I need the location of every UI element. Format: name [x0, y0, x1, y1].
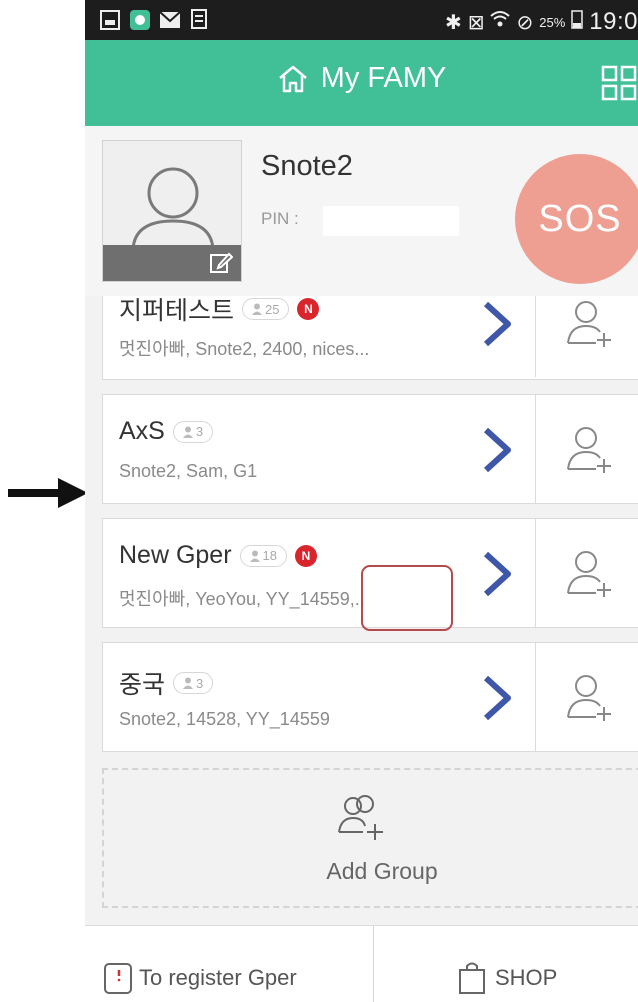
group-members: 멋진아빠, YeoYou, YY_14559,..: [119, 589, 365, 609]
app-notification-icon: [129, 9, 151, 31]
member-count-badge: 25: [242, 298, 290, 320]
add-person-icon: [567, 427, 611, 473]
app-header: My FAMY: [85, 40, 638, 126]
clock-time: 19:0: [589, 8, 638, 35]
add-member-button[interactable]: [535, 519, 638, 627]
member-count-badge: 18: [239, 544, 288, 567]
group-name: 지퍼테스트: [119, 297, 235, 325]
group-members: Snote2, Sam, G1: [119, 461, 258, 481]
chevron-right-icon[interactable]: [479, 425, 515, 475]
person-icon: [182, 426, 193, 438]
group-members: 멋진아빠, Snote2, 2400, nices...: [119, 339, 370, 359]
pin-value-field: [323, 206, 459, 236]
blocked-icon: ⊘: [516, 11, 534, 34]
group-name: 중국: [119, 671, 166, 699]
add-person-icon: [567, 301, 611, 347]
sos-label: SOS: [538, 197, 622, 240]
mail-icon: [159, 9, 181, 31]
bluetooth-icon: ✱: [444, 11, 462, 34]
group-members: Snote2, 14528, YY_14559: [119, 709, 330, 729]
person-icon: [252, 303, 263, 315]
add-group-icon: [338, 795, 383, 840]
add-group-label: Add Group: [326, 858, 438, 884]
default-avatar-icon: [131, 167, 215, 250]
grid-menu-icon[interactable]: [600, 64, 638, 102]
group-name: New Gper: [119, 541, 232, 569]
bottom-divider: [373, 926, 374, 1002]
group-main[interactable]: AxS 3 Snote2, Sam, G1: [103, 395, 535, 503]
member-count: 25: [265, 301, 280, 317]
member-count-badge: 3: [172, 420, 214, 443]
wifi-icon: [490, 10, 511, 34]
add-group-button[interactable]: Add Group: [102, 768, 638, 908]
document-notification-icon: [189, 9, 211, 31]
pointer-arrow-icon: [8, 478, 88, 508]
register-card-icon: [104, 963, 132, 994]
avatar-edit-bar[interactable]: [103, 245, 241, 281]
status-bar: ✱ ⊠ ⊘ 25% 19:0: [85, 0, 638, 40]
add-person-icon: [567, 675, 611, 721]
bottom-nav: To register Gper SHOP: [85, 925, 638, 1002]
add-member-button[interactable]: [535, 395, 638, 503]
shop-label: SHOP: [495, 965, 558, 990]
register-gper-label: To register Gper: [139, 965, 297, 990]
avatar[interactable]: [102, 140, 242, 282]
group-name: AxS: [119, 417, 165, 445]
new-badge: N: [295, 544, 318, 567]
add-member-button[interactable]: [535, 643, 638, 751]
gallery-notification-icon: [99, 9, 121, 31]
left-margin: [0, 0, 88, 1002]
member-count-badge: 3: [173, 672, 214, 694]
battery-icon: [571, 9, 584, 35]
register-gper-button[interactable]: To register Gper: [103, 961, 297, 995]
edit-icon[interactable]: [209, 251, 233, 275]
add-person-icon: [567, 551, 611, 597]
pin-label: PIN :: [261, 209, 299, 228]
group-card[interactable]: AxS 3 Snote2, Sam, G1: [102, 394, 638, 504]
person-icon: [249, 550, 260, 562]
chevron-right-icon[interactable]: [479, 549, 515, 599]
group-main[interactable]: 중국 3 Snote2, 14528, YY_14559: [103, 643, 535, 751]
app-screen: ✱ ⊠ ⊘ 25% 19:0 My FAMY 지퍼테스트 25 N 멋진아빠, …: [85, 0, 638, 1002]
home-icon[interactable]: [277, 64, 309, 94]
member-count: 3: [196, 675, 204, 691]
highlight-annotation: [361, 565, 453, 631]
person-icon: [183, 677, 194, 689]
shopping-bag-icon: [459, 962, 485, 994]
shop-button[interactable]: SHOP: [457, 961, 557, 995]
profile-panel: Snote2 PIN : SOS: [85, 126, 638, 296]
group-card[interactable]: 중국 3 Snote2, 14528, YY_14559: [102, 642, 638, 752]
chevron-right-icon[interactable]: [479, 673, 515, 723]
chevron-right-icon[interactable]: [479, 299, 515, 349]
member-count: 18: [262, 548, 278, 563]
new-badge: N: [297, 298, 320, 320]
page-title: My FAMY: [320, 62, 447, 94]
group-main[interactable]: New Gper 18 N 멋진아빠, YeoYou, YY_14559,..: [103, 519, 535, 627]
profile-name: Snote2: [261, 150, 353, 182]
battery-percent: 25%: [539, 14, 566, 30]
vibrate-icon: ⊠: [467, 11, 485, 34]
sos-button[interactable]: SOS: [515, 154, 638, 284]
member-count: 3: [195, 424, 204, 439]
